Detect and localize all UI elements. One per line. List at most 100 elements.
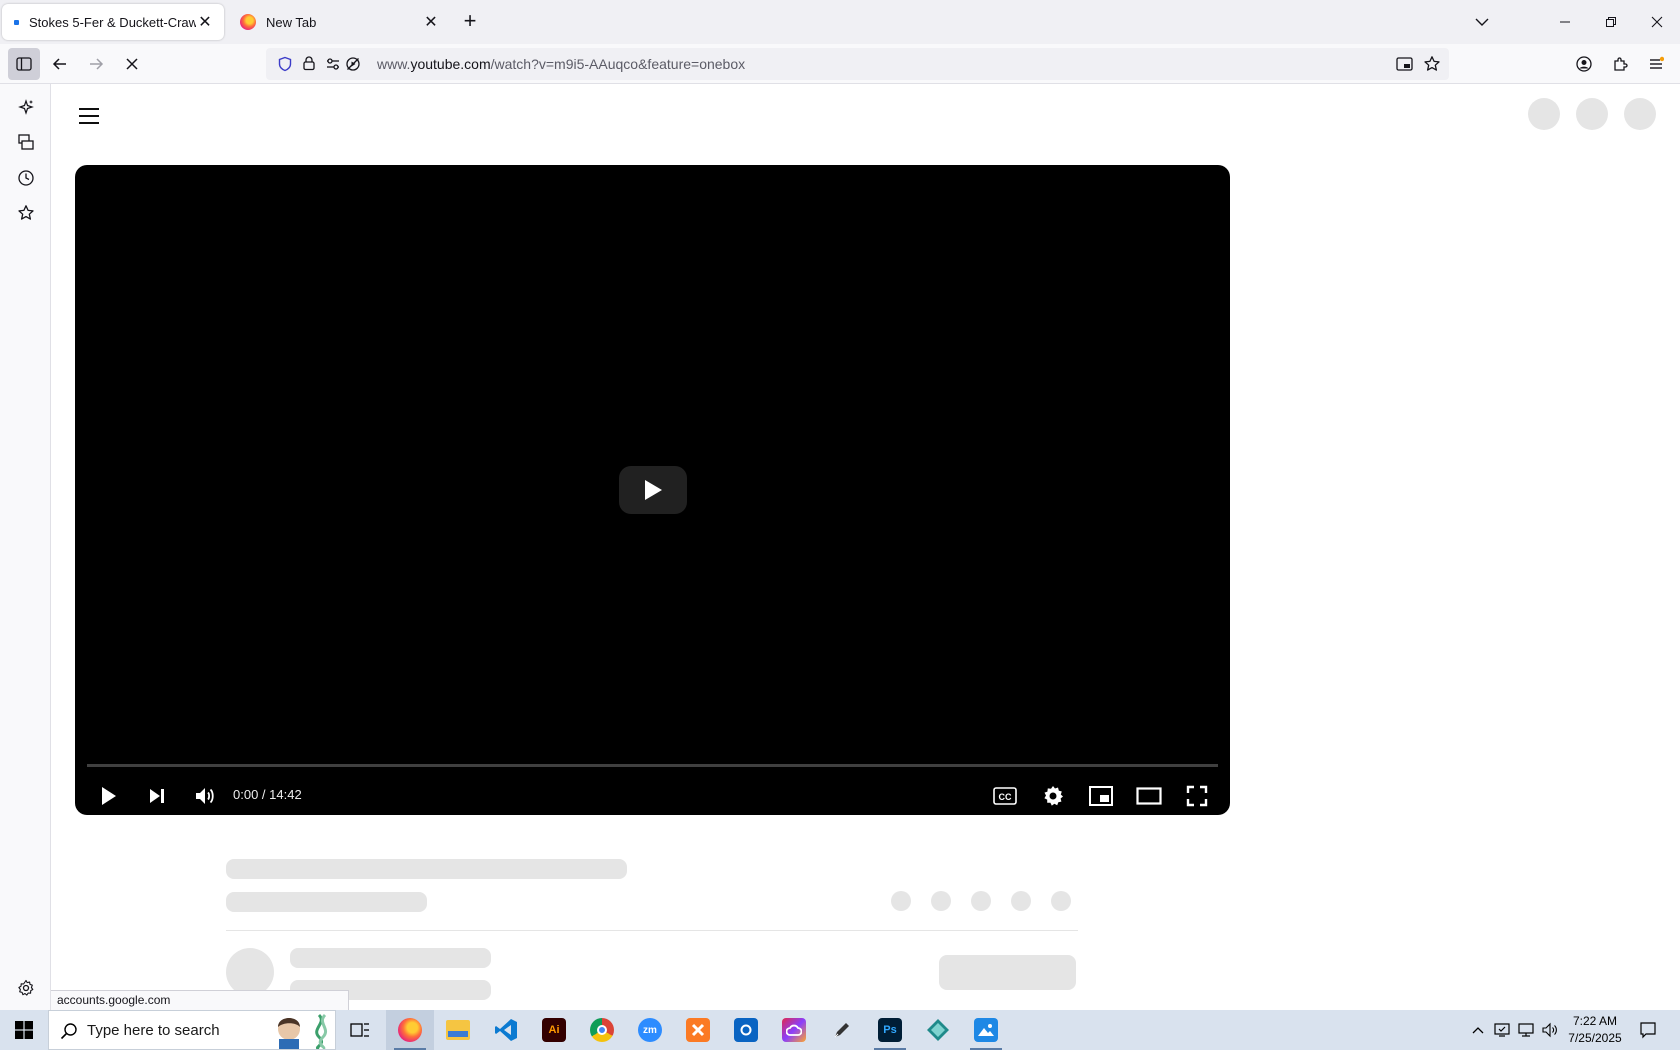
tab-new-tab[interactable]: New Tab ✕ xyxy=(228,3,450,41)
action-placeholder xyxy=(931,891,951,911)
large-play-button[interactable] xyxy=(619,466,687,514)
firefox-icon xyxy=(240,14,256,30)
menu-icon[interactable] xyxy=(1640,48,1672,80)
tab-title: New Tab xyxy=(266,14,317,30)
placeholder-avatar xyxy=(1624,98,1656,130)
network-icon[interactable] xyxy=(1514,1010,1538,1050)
channel-name-placeholder xyxy=(290,948,491,968)
zoom-icon: zm xyxy=(638,1018,662,1042)
taskbar-clock[interactable]: 7:22 AM 7/25/2025 xyxy=(1555,1013,1635,1047)
action-placeholder xyxy=(1011,891,1031,911)
subscribe-placeholder xyxy=(939,955,1076,990)
taskbar-outlook[interactable] xyxy=(722,1010,770,1050)
taskbar-vscode[interactable] xyxy=(482,1010,530,1050)
url-bar[interactable]: www.youtube.com/watch?v=m9i5-AAuqco&feat… xyxy=(266,48,1449,80)
taskbar-creative-cloud[interactable] xyxy=(770,1010,818,1050)
pen-icon xyxy=(834,1023,849,1038)
taskbar-xampp[interactable] xyxy=(674,1010,722,1050)
link-status-bar: accounts.google.com xyxy=(51,990,349,1010)
youtube-page: 0:00 / 14:42 CC xyxy=(51,84,1680,1010)
theater-mode-icon[interactable] xyxy=(1131,778,1167,814)
taskbar-app-diamond[interactable] xyxy=(914,1010,962,1050)
windows-taskbar: Type here to search Ai zm Ps 7:22 AM 7/2… xyxy=(0,1010,1680,1051)
miniplayer-icon[interactable] xyxy=(1083,778,1119,814)
security-tray-icon[interactable] xyxy=(1490,1010,1514,1050)
loading-favicon-icon xyxy=(14,19,19,25)
taskbar-photoshop[interactable]: Ps xyxy=(866,1010,914,1050)
close-window-button[interactable] xyxy=(1634,0,1680,44)
taskbar-illustrator[interactable]: Ai xyxy=(530,1010,578,1050)
photos-icon xyxy=(974,1018,998,1042)
xampp-icon xyxy=(686,1018,710,1042)
window-controls xyxy=(1542,0,1680,44)
action-center-icon[interactable] xyxy=(1632,1010,1664,1050)
permissions-icon[interactable] xyxy=(325,56,341,77)
taskbar-zoom[interactable]: zm xyxy=(626,1010,674,1050)
tracking-protection-shield-icon[interactable] xyxy=(277,56,293,77)
show-hidden-icons-button[interactable] xyxy=(1466,1010,1490,1050)
windows-start-button[interactable] xyxy=(0,1010,48,1050)
search-icon xyxy=(60,1022,78,1045)
taskbar-chrome[interactable] xyxy=(578,1010,626,1050)
url-text[interactable]: www.youtube.com/watch?v=m9i5-AAuqco&feat… xyxy=(377,56,745,72)
chrome-icon xyxy=(590,1018,614,1042)
tab-title: Stokes 5-Fer & Duckett-Crawley xyxy=(29,14,196,30)
progress-bar[interactable] xyxy=(87,764,1218,767)
action-placeholder xyxy=(1051,891,1071,911)
history-clock-icon[interactable] xyxy=(16,168,36,188)
forward-button[interactable] xyxy=(80,48,112,80)
search-highlight-illustration-icon xyxy=(269,1013,333,1054)
new-tab-button[interactable]: + xyxy=(458,10,482,34)
section-divider xyxy=(226,930,1078,931)
account-icon[interactable] xyxy=(1568,48,1600,80)
fullscreen-icon[interactable] xyxy=(1179,778,1215,814)
svg-text:CC: CC xyxy=(999,792,1012,802)
captions-icon[interactable]: CC xyxy=(987,778,1023,814)
minimize-button[interactable] xyxy=(1542,0,1588,44)
subtitle-placeholder xyxy=(226,892,427,912)
task-view-button[interactable] xyxy=(336,1010,384,1050)
stop-loading-button[interactable] xyxy=(116,48,148,80)
creative-cloud-icon xyxy=(782,1018,806,1042)
settings-gear-icon[interactable] xyxy=(1035,778,1071,814)
navigation-toolbar: www.youtube.com/watch?v=m9i5-AAuqco&feat… xyxy=(0,44,1680,84)
volume-icon[interactable] xyxy=(185,778,225,814)
search-placeholder: Type here to search xyxy=(87,1021,220,1039)
lock-icon[interactable] xyxy=(301,55,317,76)
extensions-puzzle-icon[interactable] xyxy=(1604,48,1636,80)
bookmark-star-icon[interactable] xyxy=(1423,55,1441,78)
tab-youtube[interactable]: Stokes 5-Fer & Duckett-Crawley ✕ xyxy=(2,4,224,40)
taskbar-firefox[interactable] xyxy=(386,1010,434,1050)
close-tab-icon[interactable]: ✕ xyxy=(422,13,440,31)
url-path: /watch?v=m9i5-AAuqco&feature=onebox xyxy=(490,56,746,72)
placeholder-avatar xyxy=(1576,98,1608,130)
guide-menu-button[interactable] xyxy=(77,104,101,128)
taskbar-pen-tool[interactable] xyxy=(818,1010,866,1050)
bookmarks-star-icon[interactable] xyxy=(16,203,36,223)
ai-sparkle-icon[interactable] xyxy=(16,97,36,117)
video-player[interactable]: 0:00 / 14:42 CC xyxy=(75,165,1230,815)
list-all-tabs-button[interactable] xyxy=(1470,10,1494,34)
taskbar-app-photos[interactable] xyxy=(962,1010,1010,1050)
illustrator-icon: Ai xyxy=(542,1018,566,1042)
restore-button[interactable] xyxy=(1588,0,1634,44)
outlook-icon xyxy=(734,1018,758,1042)
title-placeholder xyxy=(226,859,627,879)
vscode-icon xyxy=(495,1019,517,1041)
taskbar-file-explorer[interactable] xyxy=(434,1010,482,1050)
synced-tabs-icon[interactable] xyxy=(16,132,36,152)
autoplay-blocked-icon[interactable] xyxy=(345,56,361,77)
close-tab-icon[interactable]: ✕ xyxy=(196,13,214,31)
back-button[interactable] xyxy=(44,48,76,80)
time-display: 0:00 / 14:42 xyxy=(233,787,302,802)
next-video-icon[interactable] xyxy=(139,778,175,814)
sidebar-settings-gear-icon[interactable] xyxy=(16,978,36,998)
action-placeholder xyxy=(891,891,911,911)
sidebar-toggle-button[interactable] xyxy=(8,48,40,80)
folder-icon xyxy=(446,1020,470,1040)
play-icon[interactable] xyxy=(91,778,127,814)
url-prefix: www. xyxy=(377,56,411,72)
taskbar-search-box[interactable]: Type here to search xyxy=(48,1010,336,1051)
picture-in-picture-icon[interactable] xyxy=(1396,56,1414,77)
photoshop-icon: Ps xyxy=(878,1018,902,1042)
